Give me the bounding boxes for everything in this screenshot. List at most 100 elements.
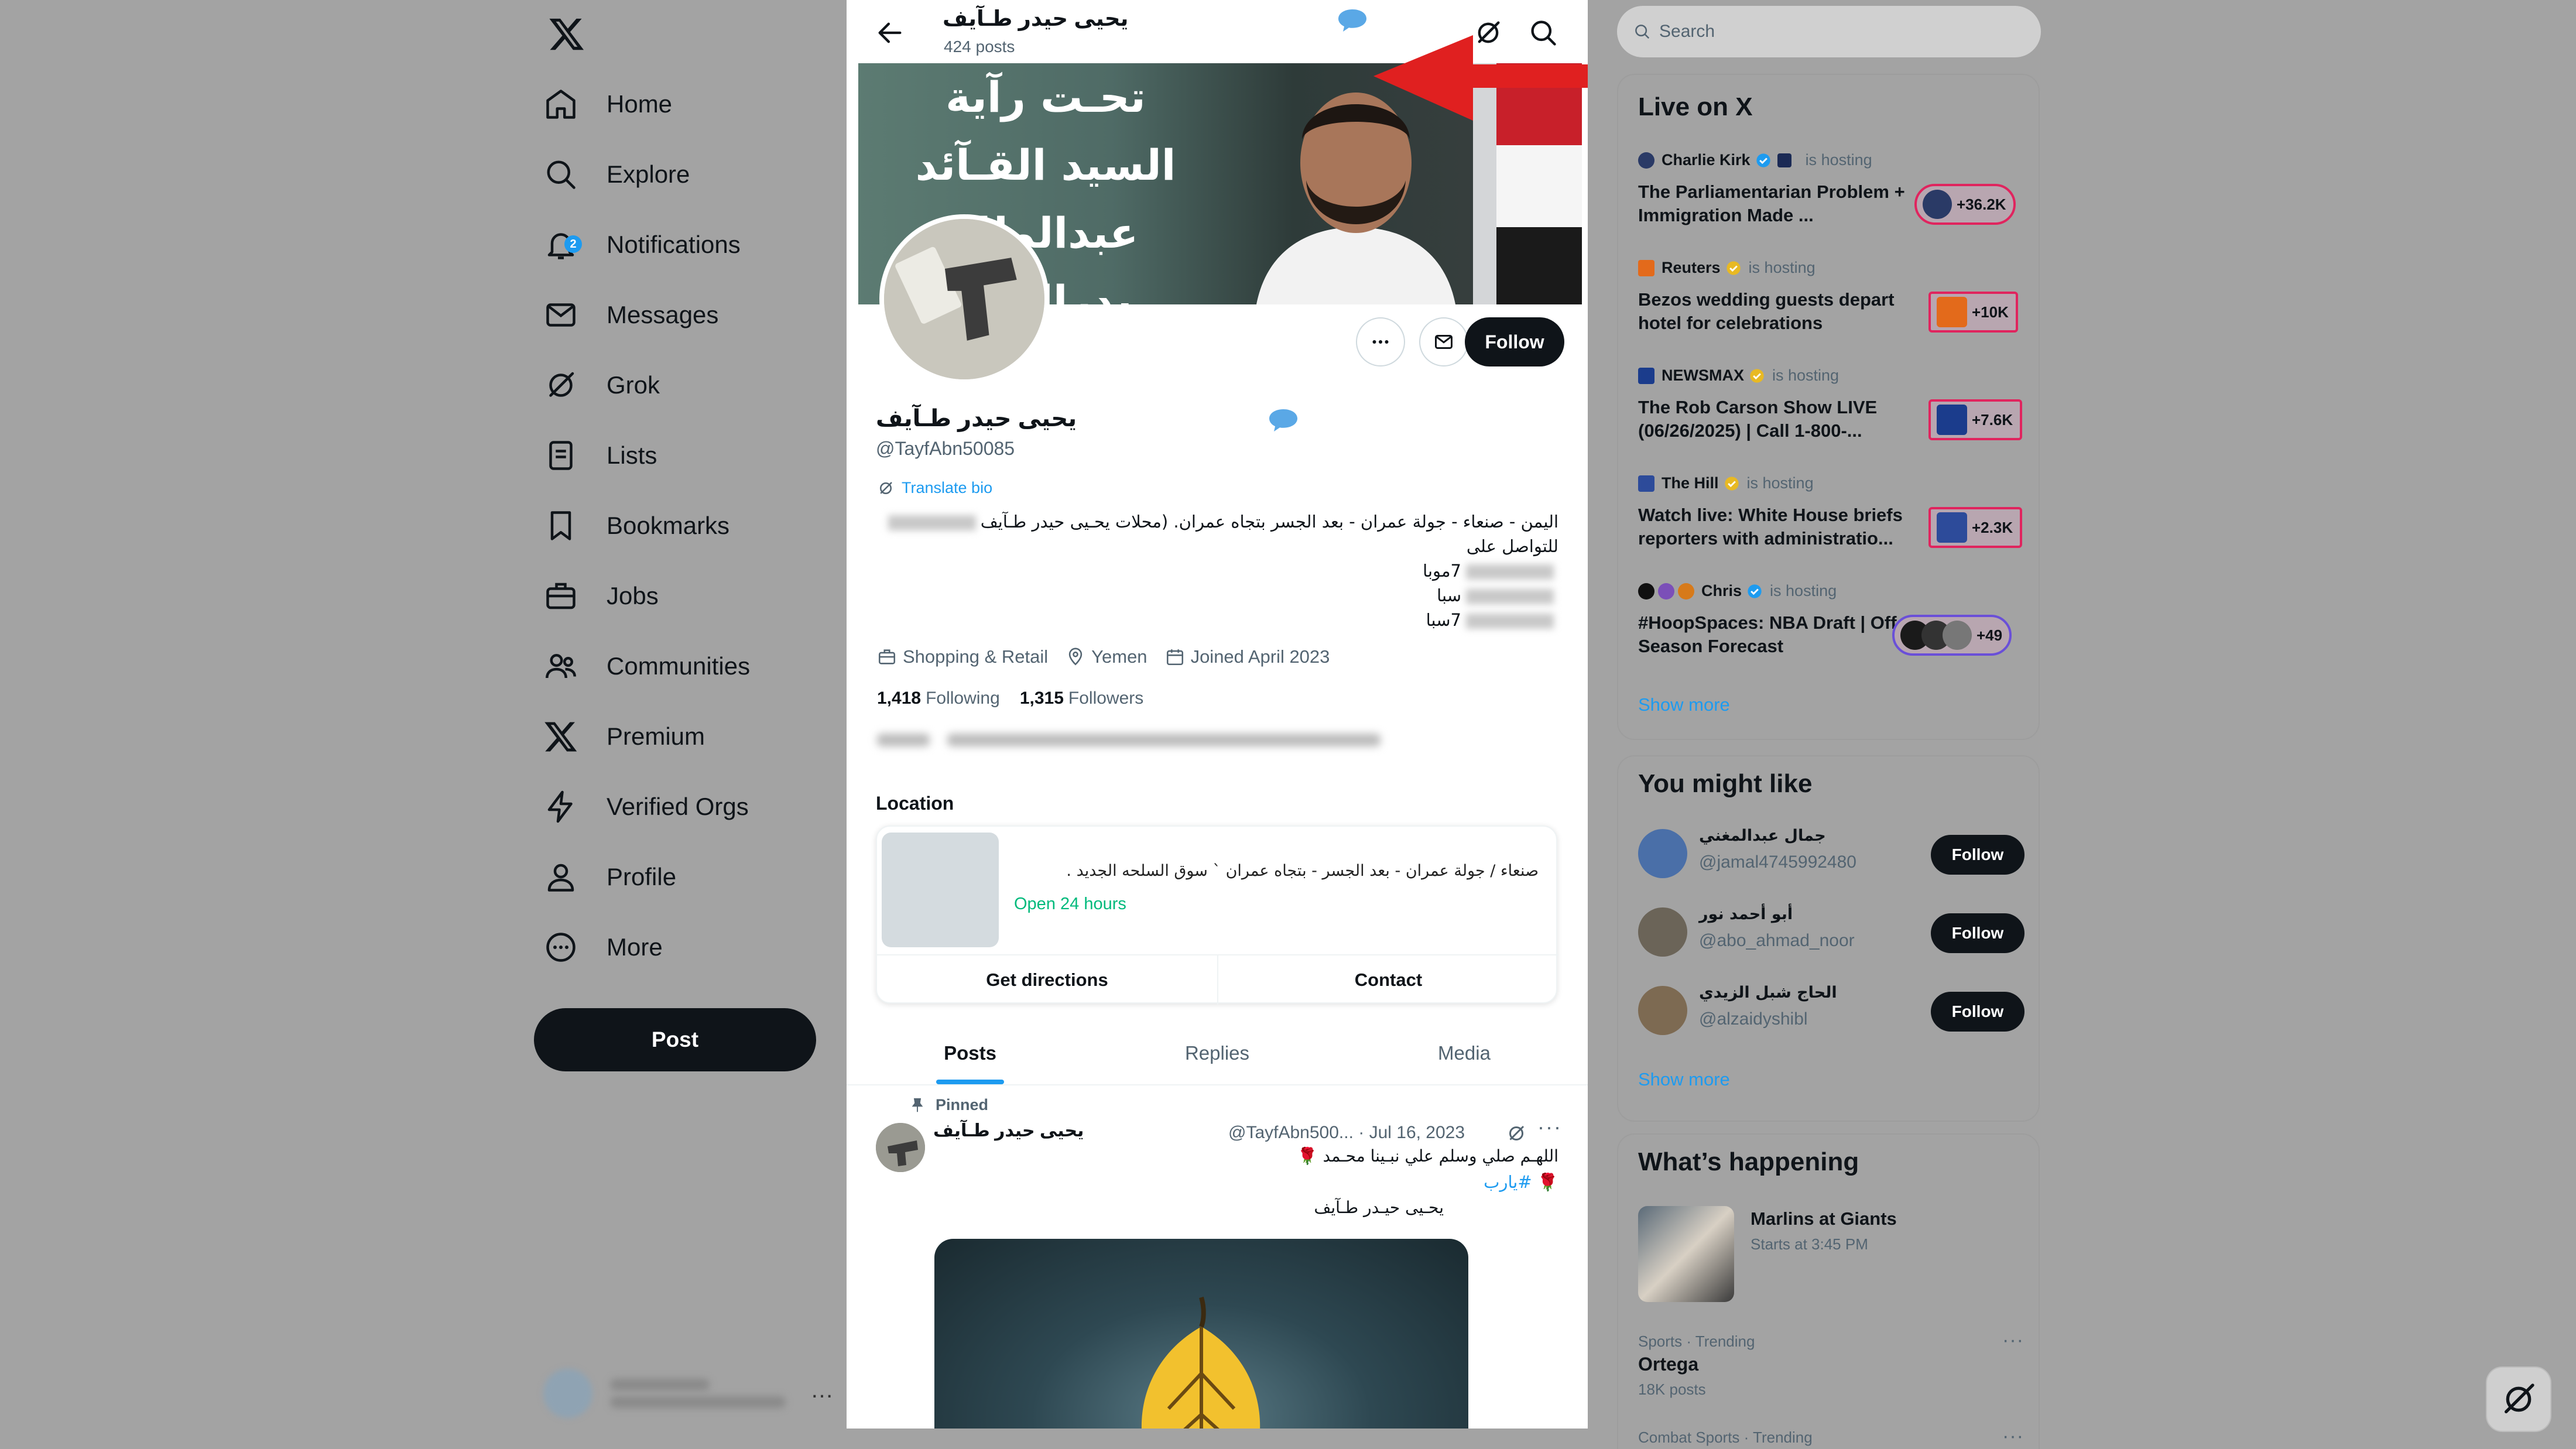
avatar: [543, 1369, 592, 1418]
translate-bio-link[interactable]: Translate bio: [877, 479, 992, 497]
nav-explore[interactable]: Explore: [543, 145, 690, 204]
suggestions-show-more-link[interactable]: Show more: [1638, 1069, 1730, 1090]
blurred-text: [888, 515, 976, 530]
back-arrow-icon[interactable]: [875, 18, 905, 48]
tab-replies[interactable]: Replies: [1094, 1022, 1341, 1084]
more-circle-icon: [546, 933, 576, 962]
nav-messages[interactable]: Messages: [543, 286, 718, 344]
live-show-more-link[interactable]: Show more: [1638, 694, 1730, 715]
post-hashtag-line[interactable]: 🌹 #يارب: [975, 1172, 1558, 1193]
suggestion-item[interactable]: جمال عبدالمغني @jamal4745992480 Follow: [1638, 823, 2025, 882]
joined-label: Joined April 2023: [1190, 646, 1330, 667]
followers-link[interactable]: 1,315 Followers: [1020, 688, 1143, 708]
nav-verified-orgs[interactable]: Verified Orgs: [543, 777, 749, 836]
category-label: Shopping & Retail: [903, 646, 1049, 667]
profile-joined: Joined April 2023: [1165, 646, 1330, 667]
x-logo-icon: [544, 722, 577, 752]
nav-grok[interactable]: Grok: [543, 356, 660, 415]
post-media-image[interactable]: [934, 1239, 1468, 1429]
nav-lists[interactable]: Lists: [543, 426, 657, 485]
live-title[interactable]: The Rob Carson Show LIVE (06/26/2025) | …: [1638, 396, 1913, 443]
suggestion-name: جمال عبدالمغني: [1699, 827, 1826, 845]
search-input[interactable]: Search: [1617, 6, 2041, 57]
profile-handle: @TayfAbn50085: [876, 438, 1015, 459]
live-title[interactable]: Watch live: White House briefs reporters…: [1638, 503, 1913, 550]
live-listeners-pill[interactable]: +7.6K: [1928, 399, 2023, 440]
follow-button[interactable]: Follow: [1931, 992, 2025, 1032]
grok-icon[interactable]: [1506, 1123, 1527, 1144]
following-link[interactable]: 1,418 Following: [877, 688, 1000, 708]
nav-bookmarks[interactable]: Bookmarks: [543, 496, 729, 555]
nav-more[interactable]: More: [543, 918, 663, 977]
post-handle-date[interactable]: @TayfAbn500... · Jul 16, 2023: [1228, 1123, 1465, 1143]
trend-more-icon[interactable]: ···: [2002, 1329, 2024, 1352]
live-host[interactable]: Reuters is hosting: [1638, 259, 1815, 277]
host-note: is hosting: [1805, 151, 1872, 169]
list-icon: [549, 441, 573, 470]
nav-premium[interactable]: Premium: [543, 707, 705, 766]
live-host[interactable]: Charlie Kirk is hosting: [1638, 151, 1872, 169]
following-count: 1,418: [877, 688, 922, 708]
live-listeners-pill[interactable]: +36.2K: [1914, 184, 2016, 225]
get-directions-button[interactable]: Get directions: [877, 955, 1217, 1005]
message-button[interactable]: [1419, 317, 1468, 366]
suggestion-item[interactable]: أبو أحمد نور @abo_ahmad_noor Follow: [1638, 902, 2025, 960]
follow-button[interactable]: Follow: [1931, 913, 2025, 953]
bio-line: للتواصل على: [1466, 536, 1558, 556]
whats-happening-panel: What’s happening Marlins at Giants Start…: [1617, 1133, 2040, 1449]
suggestion-item[interactable]: الحاج شبل الزيدي @alzaidyshibl Follow: [1638, 980, 2025, 1039]
nav-communities[interactable]: Communities: [543, 637, 750, 696]
nav-profile[interactable]: Profile: [543, 848, 676, 906]
profile-bio: اليمن - صنعاء - جولة عمران - بعد الجسر ب…: [876, 509, 1558, 632]
blurred-text: [1466, 564, 1554, 580]
grok-floating-button[interactable]: [2486, 1366, 2551, 1432]
post-author-name[interactable]: يحيى حيدر طـآيف: [933, 1121, 1084, 1141]
live-listeners-pill[interactable]: +2.3K: [1928, 507, 2023, 548]
host-avatar: [1638, 367, 1654, 384]
event-thumbnail[interactable]: [1638, 1206, 1734, 1302]
live-host[interactable]: NEWSMAX is hosting: [1638, 366, 1839, 385]
lightning-icon: [547, 790, 573, 823]
person-icon: [547, 864, 574, 892]
live-listeners-pill[interactable]: +49: [1892, 615, 2012, 656]
live-listeners-pill[interactable]: +10K: [1928, 292, 2018, 333]
contact-button[interactable]: Contact: [1217, 955, 1558, 1005]
nav-jobs[interactable]: Jobs: [543, 567, 659, 625]
location-actions: Get directions Contact: [877, 954, 1558, 1005]
nav-notifications[interactable]: 2 Notifications: [543, 215, 741, 274]
post-button[interactable]: Post: [534, 1008, 816, 1071]
nav-jobs-label: Jobs: [607, 582, 659, 609]
tab-media[interactable]: Media: [1341, 1022, 1588, 1084]
tab-posts[interactable]: Posts: [847, 1022, 1094, 1084]
post-more-icon[interactable]: ···: [1537, 1115, 1562, 1139]
more-options-button[interactable]: [1356, 317, 1405, 366]
live-host[interactable]: Chris is hosting: [1638, 582, 1837, 600]
host-avatar: [1638, 259, 1654, 276]
profile-avatar[interactable]: [879, 214, 1049, 384]
account-more-icon[interactable]: …: [810, 1377, 835, 1403]
account-switcher[interactable]: [543, 1364, 836, 1423]
trend-count: 18K posts: [1638, 1381, 1706, 1398]
search-icon: [1635, 25, 1650, 39]
event-title[interactable]: Marlins at Giants: [1751, 1208, 1897, 1229]
red-arrow-annotation: [1373, 35, 1588, 121]
trend-more-icon[interactable]: ···: [2002, 1425, 2024, 1448]
x-logo-icon[interactable]: [546, 15, 588, 53]
live-thumbnail: [1923, 190, 1952, 219]
post-author-avatar[interactable]: [876, 1123, 925, 1172]
live-host[interactable]: The Hill is hosting: [1638, 474, 1814, 492]
suggestion-handle: @abo_ahmad_noor: [1699, 931, 1855, 950]
org-badge-icon: [1777, 153, 1791, 167]
bio-line: 7سبا: [1426, 610, 1461, 630]
follow-button[interactable]: Follow: [1931, 835, 2025, 875]
nav-home[interactable]: Home: [543, 75, 672, 133]
live-title[interactable]: The Parliamentarian Problem + Immigratio…: [1638, 180, 1913, 227]
host-note: is hosting: [1746, 474, 1814, 492]
ellipsis-icon: [1372, 340, 1389, 344]
map-thumbnail[interactable]: [882, 833, 999, 947]
live-title[interactable]: Bezos wedding guests depart hotel for ce…: [1638, 288, 1913, 335]
live-title[interactable]: #HoopSpaces: NBA Draft | Off-Season Fore…: [1638, 611, 1913, 658]
trend-name[interactable]: Ortega: [1638, 1354, 1698, 1375]
host-avatar: [1638, 583, 1654, 600]
follow-button[interactable]: Follow: [1465, 317, 1564, 366]
